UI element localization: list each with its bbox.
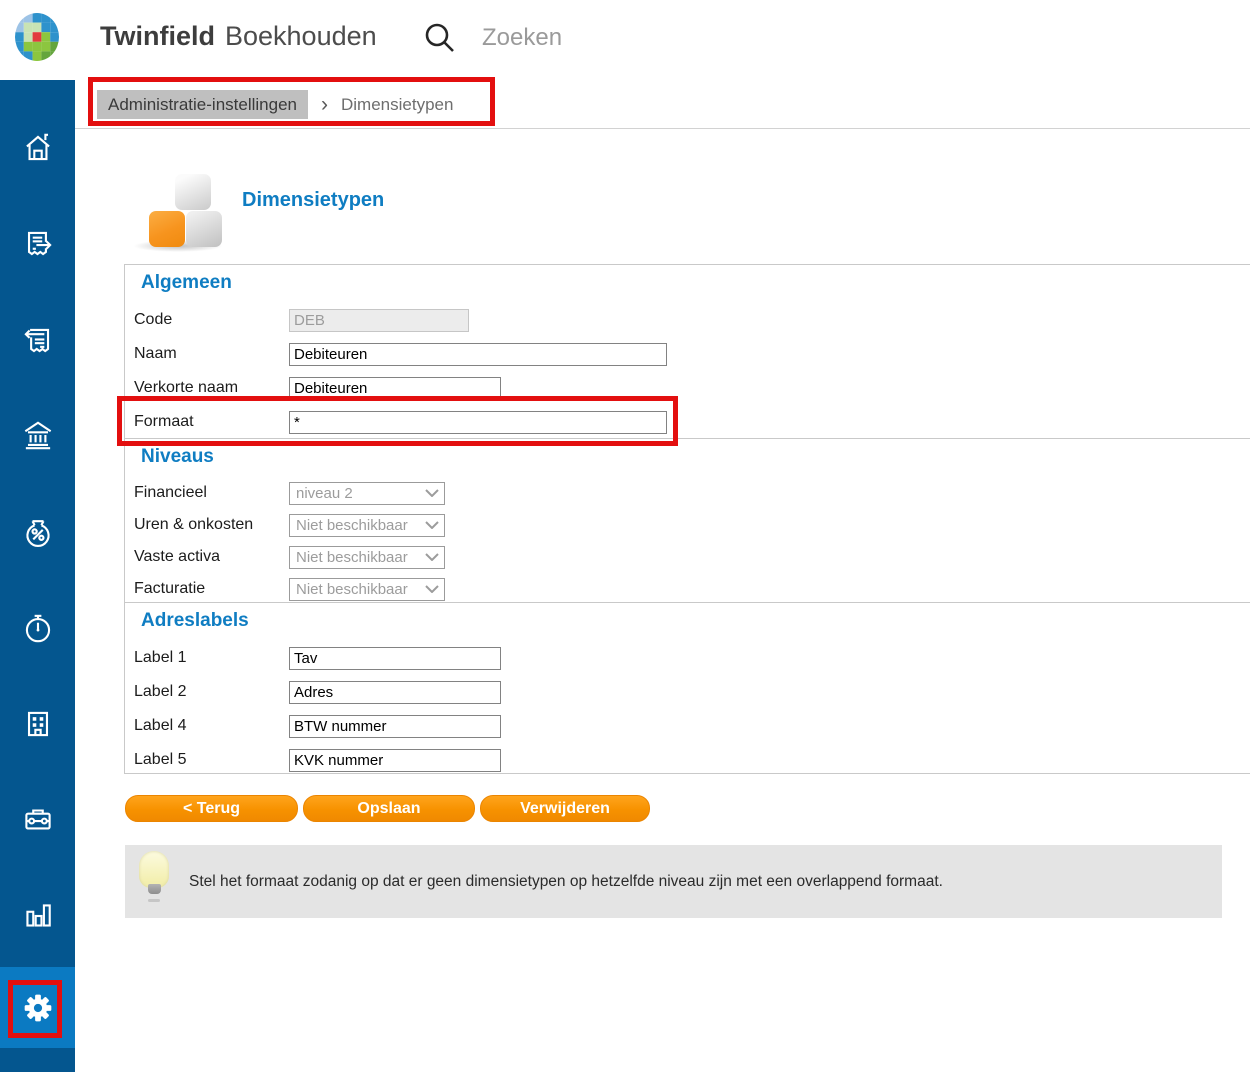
bank-icon — [19, 417, 57, 455]
sidebar-item-fixed-assets[interactable] — [0, 676, 75, 772]
field-row-verkorte-naam: Verkorte naam — [125, 371, 1250, 405]
save-button[interactable]: Opslaan — [303, 795, 475, 822]
vaste-activa-select: Niet beschikbaar — [289, 546, 445, 569]
app-brand: Twinfield Boekhouden — [100, 21, 377, 52]
sidebar-item-hours[interactable] — [0, 580, 75, 676]
uren-onkosten-select-value: Niet beschikbaar — [296, 517, 408, 534]
label1-label: Label 1 — [134, 649, 289, 667]
verkorte-naam-input[interactable] — [289, 377, 501, 400]
info-text: Stel het formaat zodanig op dat er geen … — [189, 845, 967, 918]
code-input — [289, 309, 469, 332]
breadcrumb-bar: Administratie-instellingen › Dimensietyp… — [75, 80, 1250, 129]
sidebar-item-vat[interactable] — [0, 484, 75, 580]
facturatie-select: Niet beschikbaar — [289, 578, 445, 601]
brand-primary: Twinfield — [100, 21, 215, 52]
action-buttons: < Terug Opslaan Verwijderen — [125, 795, 650, 822]
facturatie-select-value: Niet beschikbaar — [296, 581, 408, 598]
sidebar — [0, 80, 75, 1072]
verkorte-naam-label: Verkorte naam — [134, 379, 289, 397]
uren-onkosten-label: Uren & onkosten — [134, 516, 289, 534]
chevron-down-icon — [425, 521, 439, 529]
formaat-label: Formaat — [134, 413, 289, 431]
purchase-invoice-icon — [19, 321, 57, 359]
section-algemeen: Algemeen Code Naam Verkorte naam Formaat — [124, 264, 1250, 438]
label5-label: Label 5 — [134, 751, 289, 769]
lightbulb-icon — [139, 851, 173, 911]
label2-input[interactable] — [289, 681, 501, 704]
sidebar-item-toolbox[interactable] — [0, 772, 75, 868]
field-row-label2: Label 2 — [125, 675, 1250, 709]
label1-input[interactable] — [289, 647, 501, 670]
breadcrumb-item-dimensietypen: Dimensietypen — [341, 95, 453, 115]
label4-input[interactable] — [289, 715, 501, 738]
global-search[interactable]: Zoeken — [422, 19, 562, 57]
naam-label: Naam — [134, 345, 289, 363]
breadcrumb-item-administratie-instellingen[interactable]: Administratie-instellingen — [97, 90, 308, 119]
field-row-formaat: Formaat — [125, 405, 1250, 439]
home-icon — [19, 129, 57, 167]
gear-icon — [18, 988, 58, 1028]
field-row-facturatie: Facturatie Niet beschikbaar — [125, 573, 1250, 605]
stopwatch-icon — [19, 609, 57, 647]
toolbox-icon — [19, 801, 57, 839]
twinfield-logo[interactable] — [15, 13, 59, 61]
field-row-label1: Label 1 — [125, 641, 1250, 675]
back-button[interactable]: < Terug — [125, 795, 298, 822]
top-header: Twinfield Boekhouden Zoeken — [0, 0, 1250, 80]
sidebar-item-sales-invoices[interactable] — [0, 196, 75, 292]
financieel-label: Financieel — [134, 484, 289, 502]
vaste-activa-select-value: Niet beschikbaar — [296, 549, 408, 566]
chevron-down-icon — [425, 585, 439, 593]
field-row-label4: Label 4 — [125, 709, 1250, 743]
uren-onkosten-select: Niet beschikbaar — [289, 514, 445, 537]
page-title: Dimensietypen — [242, 189, 384, 212]
facturatie-label: Facturatie — [134, 580, 289, 598]
search-placeholder: Zoeken — [482, 24, 562, 52]
chevron-down-icon — [425, 553, 439, 561]
dimensietypen-blocks-icon — [133, 166, 225, 254]
brand-secondary: Boekhouden — [225, 21, 377, 52]
financieel-select-value: niveau 2 — [296, 485, 353, 502]
field-row-code: Code — [125, 303, 1250, 337]
breadcrumb: Administratie-instellingen › Dimensietyp… — [97, 90, 453, 119]
sales-invoice-icon — [19, 225, 57, 263]
chevron-down-icon — [425, 489, 439, 497]
financieel-select: niveau 2 — [289, 482, 445, 505]
label2-label: Label 2 — [134, 683, 289, 701]
search-icon — [422, 19, 458, 57]
section-niveaus: Niveaus Financieel niveau 2 Uren & onkos… — [124, 438, 1250, 602]
sidebar-item-bank[interactable] — [0, 388, 75, 484]
formaat-input[interactable] — [289, 411, 667, 434]
logo-mosaic-icon — [15, 13, 59, 61]
label5-input[interactable] — [289, 749, 501, 772]
section-adreslabels: Adreslabels Label 1 Label 2 Label 4 Labe… — [124, 602, 1250, 774]
section-heading-algemeen: Algemeen — [141, 272, 1250, 294]
breadcrumb-separator-icon: › — [321, 90, 328, 119]
percent-moneybag-icon — [19, 513, 57, 551]
building-icon — [19, 705, 57, 743]
section-heading-niveaus: Niveaus — [141, 446, 1250, 468]
field-row-uren-onkosten: Uren & onkosten Niet beschikbaar — [125, 509, 1250, 541]
sidebar-item-reports[interactable] — [0, 868, 75, 964]
field-row-label5: Label 5 — [125, 743, 1250, 777]
sidebar-item-home[interactable] — [0, 100, 75, 196]
sidebar-item-settings[interactable] — [0, 967, 75, 1048]
field-row-financieel: Financieel niveau 2 — [125, 477, 1250, 509]
app-root: Twinfield Boekhouden Zoeken — [0, 0, 1250, 1072]
sidebar-item-purchase-invoices[interactable] — [0, 292, 75, 388]
code-label: Code — [134, 311, 289, 329]
section-heading-adreslabels: Adreslabels — [141, 610, 1250, 632]
field-row-vaste-activa: Vaste activa Niet beschikbaar — [125, 541, 1250, 573]
naam-input[interactable] — [289, 343, 667, 366]
bar-chart-icon — [19, 897, 57, 935]
vaste-activa-label: Vaste activa — [134, 548, 289, 566]
info-box: Stel het formaat zodanig op dat er geen … — [125, 845, 1222, 918]
label4-label: Label 4 — [134, 717, 289, 735]
delete-button[interactable]: Verwijderen — [480, 795, 650, 822]
field-row-naam: Naam — [125, 337, 1250, 371]
